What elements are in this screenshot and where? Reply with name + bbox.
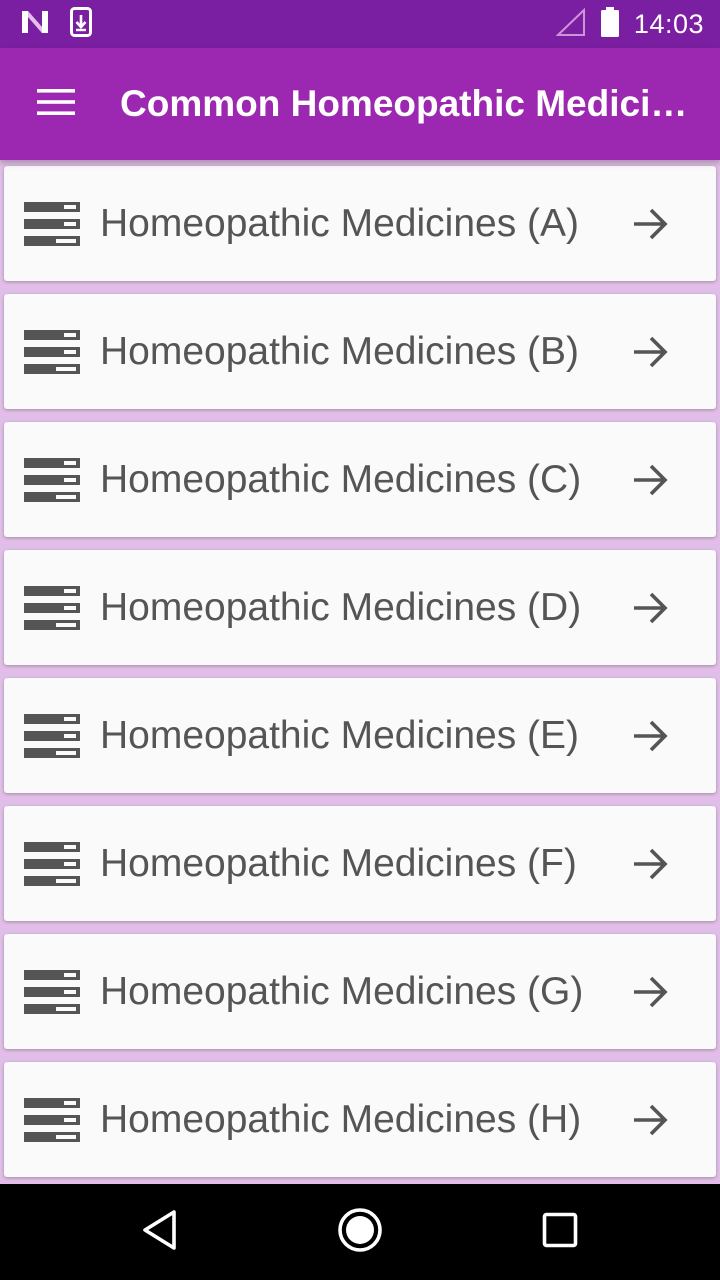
status-clock: 14:03	[633, 8, 704, 39]
list-item-label: Homeopathic Medicines (F)	[100, 842, 577, 885]
menu-button[interactable]	[20, 68, 92, 140]
list-view-icon	[24, 458, 80, 502]
notification-n-icon	[20, 9, 50, 40]
status-bar-right: 14:03	[555, 6, 704, 42]
app-bar: Common Homeopathic Medicines	[0, 48, 720, 160]
list-item-g[interactable]: Homeopathic Medicines (G)	[4, 934, 716, 1049]
list-item-label: Homeopathic Medicines (D)	[100, 586, 582, 629]
list-item-label: Homeopathic Medicines (H)	[100, 1098, 582, 1141]
list-view-icon	[24, 970, 80, 1014]
battery-icon	[600, 6, 620, 42]
list-view-icon	[24, 842, 80, 886]
list-item-label: Homeopathic Medicines (B)	[100, 330, 580, 373]
list-item-label: Homeopathic Medicines (C)	[100, 458, 582, 501]
status-bar: 14:03	[0, 0, 720, 48]
list-view-icon	[24, 202, 80, 246]
list-item-c[interactable]: Homeopathic Medicines (C)	[4, 422, 716, 537]
recents-button[interactable]	[526, 1198, 594, 1266]
arrow-right-icon	[630, 460, 670, 500]
page-title: Common Homeopathic Medicines	[120, 83, 698, 124]
list-item-a[interactable]: Homeopathic Medicines (A)	[4, 166, 716, 281]
list-item-b[interactable]: Homeopathic Medicines (B)	[4, 294, 716, 409]
signal-icon	[555, 7, 586, 41]
hamburger-menu-icon	[37, 88, 75, 120]
recents-icon	[542, 1212, 578, 1253]
back-button[interactable]	[126, 1198, 194, 1266]
list-item-label: Homeopathic Medicines (G)	[100, 970, 584, 1013]
list-view-icon	[24, 586, 80, 630]
arrow-right-icon	[630, 972, 670, 1012]
medicine-list: Homeopathic Medicines (A) Homeopathic Me…	[4, 166, 716, 1190]
list-item-d[interactable]: Homeopathic Medicines (D)	[4, 550, 716, 665]
navigation-bar	[0, 1184, 720, 1280]
list-view-icon	[24, 330, 80, 374]
home-icon	[337, 1207, 383, 1258]
list-item-label: Homeopathic Medicines (A)	[100, 202, 580, 245]
back-icon	[140, 1208, 180, 1257]
list-view-icon	[24, 1098, 80, 1142]
arrow-right-icon	[630, 332, 670, 372]
arrow-right-icon	[630, 204, 670, 244]
list-item-e[interactable]: Homeopathic Medicines (E)	[4, 678, 716, 793]
arrow-right-icon	[630, 844, 670, 884]
list-item-h[interactable]: Homeopathic Medicines (H)	[4, 1062, 716, 1177]
arrow-right-icon	[630, 1100, 670, 1140]
arrow-right-icon	[630, 588, 670, 628]
arrow-right-icon	[630, 716, 670, 756]
list-item-label: Homeopathic Medicines (E)	[100, 714, 580, 757]
status-bar-left	[20, 6, 92, 42]
home-button[interactable]	[326, 1198, 394, 1266]
list-item-f[interactable]: Homeopathic Medicines (F)	[4, 806, 716, 921]
download-icon	[70, 6, 92, 42]
list-view-icon	[24, 714, 80, 758]
